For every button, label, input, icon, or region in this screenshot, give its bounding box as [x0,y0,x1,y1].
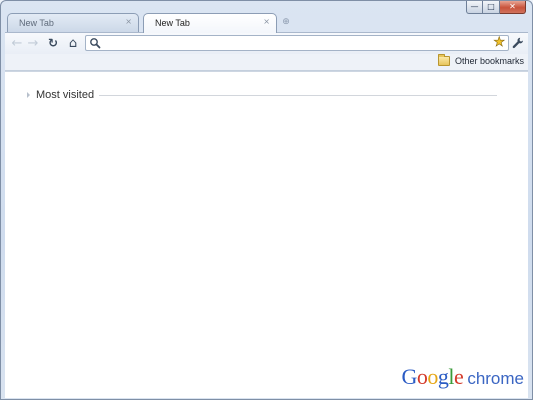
search-icon [90,38,101,49]
tab-label: New Tab [155,18,190,28]
most-visited-header[interactable]: Most visited [27,88,497,102]
maximize-button[interactable]: □ [483,1,500,14]
new-tab-icon[interactable]: ⊕ [279,17,293,27]
google-chrome-logo: Google chrome [402,364,524,390]
star-icon[interactable]: ★ [493,35,505,51]
back-arrow-icon[interactable]: ← [9,35,25,51]
logo-letter: g [437,364,449,389]
other-bookmarks-button[interactable]: Other bookmarks [437,54,524,66]
section-divider [99,94,497,96]
toolbar: ← → ↻ ⌂ ★ [5,32,528,54]
chrome-wordmark: chrome [467,369,524,388]
folder-icon [437,54,450,66]
omnibox-input[interactable] [102,36,482,50]
wrench-icon[interactable] [511,36,525,50]
tab-close-icon[interactable]: × [263,17,270,26]
logo-letter: e [454,364,464,389]
disclosure-triangle-icon[interactable] [27,92,30,98]
other-bookmarks-label: Other bookmarks [454,56,524,66]
tab-new-tab-1[interactable]: New Tab × [7,13,139,32]
most-visited-title: Most visited [36,89,95,101]
google-wordmark: Google [402,364,464,390]
tab-close-icon[interactable]: × [125,17,132,26]
logo-letter: o [427,364,438,389]
browser-window: — □ ✕ New Tab × New Tab × ⊕ ← → ↻ ⌂ ★ Ot… [0,0,533,400]
tab-new-tab-2[interactable]: New Tab × [143,13,277,33]
tab-label: New Tab [19,18,54,28]
home-icon[interactable]: ⌂ [65,35,81,51]
logo-letter: o [416,364,428,389]
bookmarks-bar: Other bookmarks [5,54,528,71]
close-window-button[interactable]: ✕ [500,1,526,14]
reload-icon[interactable]: ↻ [45,35,61,51]
window-controls: — □ ✕ [466,1,526,14]
logo-letter: G [401,364,418,389]
omnibox[interactable]: ★ [85,35,509,51]
forward-arrow-icon[interactable]: → [25,35,41,51]
tab-strip: New Tab × New Tab × ⊕ [7,13,307,33]
minimize-button[interactable]: — [466,1,483,14]
new-tab-page: Most visited Google chrome [5,71,528,398]
